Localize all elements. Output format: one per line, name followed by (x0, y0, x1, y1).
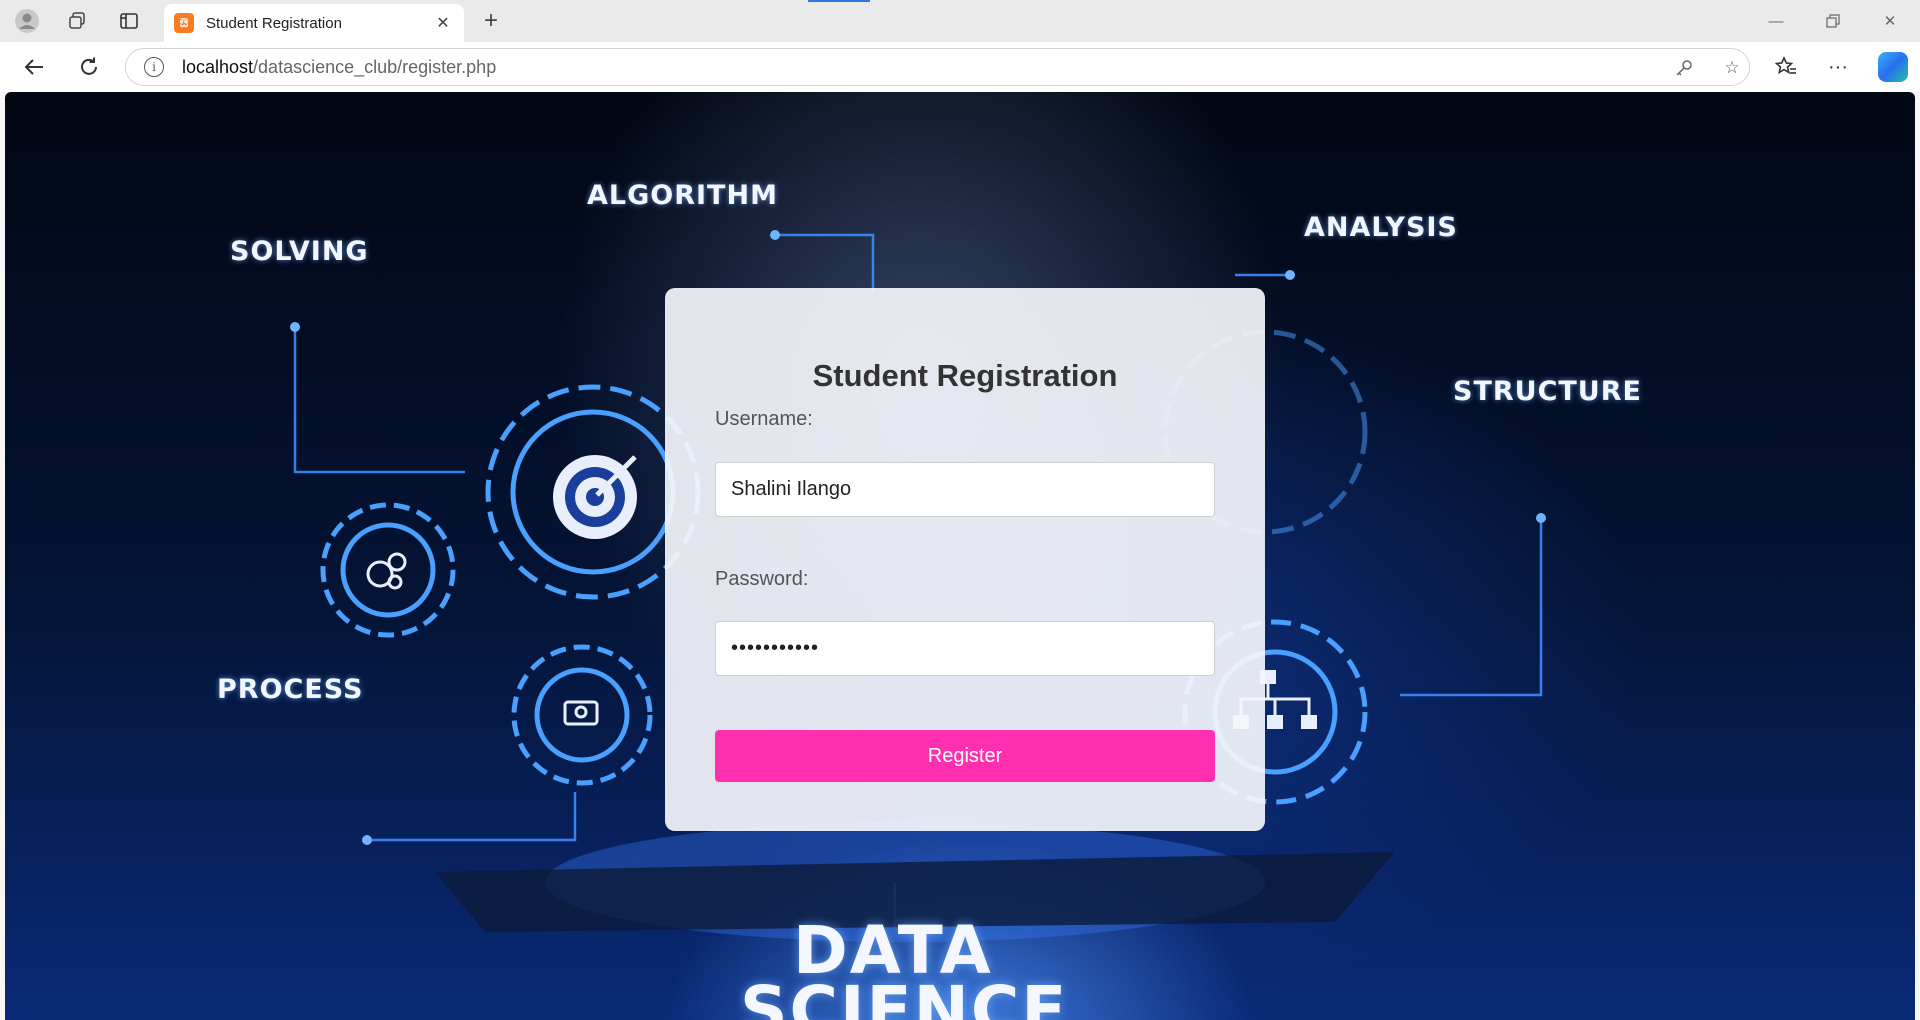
page-viewport: ALGORITHM ANALYSIS SOLVING STRUCTURE PRO… (5, 92, 1915, 1020)
password-input[interactable] (715, 621, 1215, 676)
window-close-icon[interactable]: ✕ (1870, 6, 1910, 36)
browser-tab-bar: ಔ Student Registration ✕ + — ✕ (0, 0, 1920, 42)
xampp-favicon-icon: ಔ (174, 13, 194, 33)
url-path: /datascience_club/register.php (253, 56, 497, 77)
workspaces-icon[interactable] (62, 8, 92, 34)
tab-title: Student Registration (206, 14, 342, 32)
label-solving: SOLVING (230, 236, 369, 267)
label-science: SCIENCE (740, 972, 1069, 1020)
form-title: Student Registration (812, 358, 1118, 393)
label-analysis: ANALYSIS (1304, 212, 1458, 243)
active-tab[interactable]: ಔ Student Registration ✕ (164, 4, 464, 42)
registration-form: Student Registration Username: Password:… (665, 288, 1265, 831)
close-icon[interactable]: ✕ (432, 12, 454, 34)
star-icon[interactable]: ☆ (1720, 57, 1744, 79)
target-icon (553, 455, 637, 539)
restore-icon[interactable] (1813, 6, 1853, 36)
address-bar[interactable]: i localhost/datascience_club/register.ph… (125, 48, 1750, 86)
loading-indicator (808, 0, 870, 2)
plus-icon[interactable]: + (476, 7, 506, 34)
profile-icon[interactable] (12, 8, 42, 34)
more-icon[interactable]: ··· (1822, 52, 1854, 82)
label-process: PROCESS (217, 674, 364, 705)
info-icon[interactable]: i (144, 57, 164, 77)
back-arrow-icon[interactable] (18, 52, 50, 82)
username-label: Username: (715, 408, 813, 430)
favorites-icon[interactable] (1770, 52, 1802, 82)
refresh-icon[interactable] (73, 52, 105, 82)
label-structure: STRUCTURE (1453, 376, 1642, 407)
label-algorithm: ALGORITHM (587, 180, 778, 211)
url-host: localhost (182, 56, 254, 77)
username-input[interactable] (715, 462, 1215, 517)
register-button[interactable]: Register (715, 730, 1215, 782)
url-text[interactable]: localhost/datascience_club/register.php (182, 57, 496, 78)
tab-actions-icon[interactable] (114, 8, 144, 34)
password-label: Password: (715, 568, 809, 590)
key-icon[interactable] (1672, 57, 1696, 79)
minimize-icon[interactable]: — (1756, 6, 1796, 36)
browser-nav-bar: i localhost/datascience_club/register.ph… (0, 42, 1920, 92)
copilot-icon[interactable] (1878, 52, 1908, 82)
